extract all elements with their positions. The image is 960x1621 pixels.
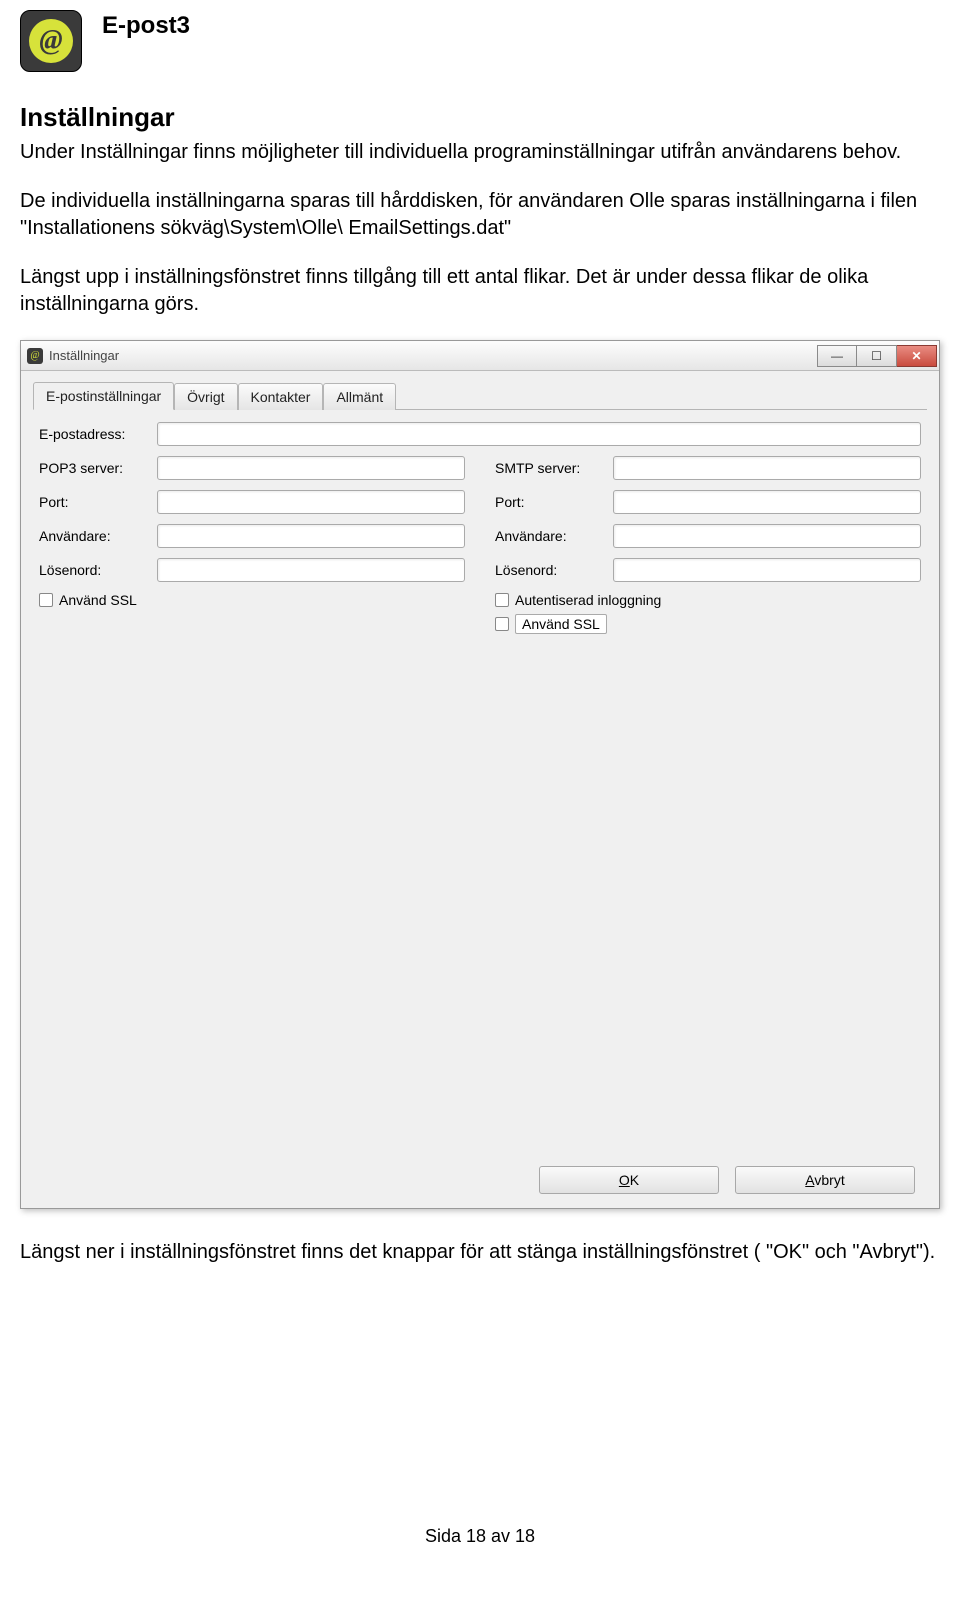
tab-kontakter[interactable]: Kontakter xyxy=(238,383,324,410)
label-email: E-postadress: xyxy=(39,426,149,442)
label-user-left: Användare: xyxy=(39,528,149,544)
ok-button[interactable]: OK xyxy=(539,1166,719,1194)
input-pop3[interactable] xyxy=(157,456,465,480)
label-ssl-right: Använd SSL xyxy=(515,614,607,634)
titlebar: @ Inställningar — ☐ ✕ xyxy=(21,341,939,371)
app-icon: @ xyxy=(20,10,82,72)
minimize-button[interactable]: — xyxy=(817,345,857,367)
label-ssl-left: Använd SSL xyxy=(59,592,137,608)
label-port-left: Port: xyxy=(39,494,149,510)
maximize-button[interactable]: ☐ xyxy=(857,345,897,367)
tab-allmant[interactable]: Allmänt xyxy=(323,383,396,410)
paragraph-savepath: De individuella inställningarna sparas t… xyxy=(20,188,940,242)
checkbox-ssl-right[interactable] xyxy=(495,617,509,631)
input-user-right[interactable] xyxy=(613,524,921,548)
cancel-underline: A xyxy=(805,1172,814,1188)
input-smtp[interactable] xyxy=(613,456,921,480)
at-icon: @ xyxy=(29,19,73,63)
label-user-right: Användare: xyxy=(495,528,605,544)
input-email[interactable] xyxy=(157,422,921,446)
document-title: E-post3 xyxy=(102,12,190,40)
section-heading: Inställningar xyxy=(20,102,940,133)
input-port-right[interactable] xyxy=(613,490,921,514)
label-pass-right: Lösenord: xyxy=(495,562,605,578)
input-pass-right[interactable] xyxy=(613,558,921,582)
window-title: Inställningar xyxy=(49,348,119,363)
checkbox-ssl-left[interactable] xyxy=(39,593,53,607)
paragraph-tabs: Längst upp i inställningsfönstret finns … xyxy=(20,264,940,318)
paragraph-footer-desc: Längst ner i inställningsfönstret finns … xyxy=(20,1239,940,1266)
page-number: Sida 18 av 18 xyxy=(20,1526,940,1547)
ok-underline: O xyxy=(619,1172,630,1188)
cancel-rest: bryt xyxy=(821,1172,844,1188)
label-auth: Autentiserad inloggning xyxy=(515,592,661,608)
label-smtp: SMTP server: xyxy=(495,460,605,476)
input-port-left[interactable] xyxy=(157,490,465,514)
settings-window: @ Inställningar — ☐ ✕ E-postinställninga… xyxy=(20,340,940,1209)
tabset: E-postinställningar Övrigt Kontakter All… xyxy=(33,381,927,410)
tab-epostinstallningar[interactable]: E-postinställningar xyxy=(33,382,174,410)
cancel-button[interactable]: Avbryt xyxy=(735,1166,915,1194)
label-pop3: POP3 server: xyxy=(39,460,149,476)
window-icon: @ xyxy=(27,348,43,364)
checkbox-auth[interactable] xyxy=(495,593,509,607)
input-pass-left[interactable] xyxy=(157,558,465,582)
close-button[interactable]: ✕ xyxy=(897,345,937,367)
input-user-left[interactable] xyxy=(157,524,465,548)
label-port-right: Port: xyxy=(495,494,605,510)
ok-rest: K xyxy=(630,1172,639,1188)
label-pass-left: Lösenord: xyxy=(39,562,149,578)
at-glyph: @ xyxy=(39,25,62,57)
tab-ovrigt[interactable]: Övrigt xyxy=(174,383,237,410)
paragraph-intro: Under Inställningar finns möjligheter ti… xyxy=(20,139,940,166)
